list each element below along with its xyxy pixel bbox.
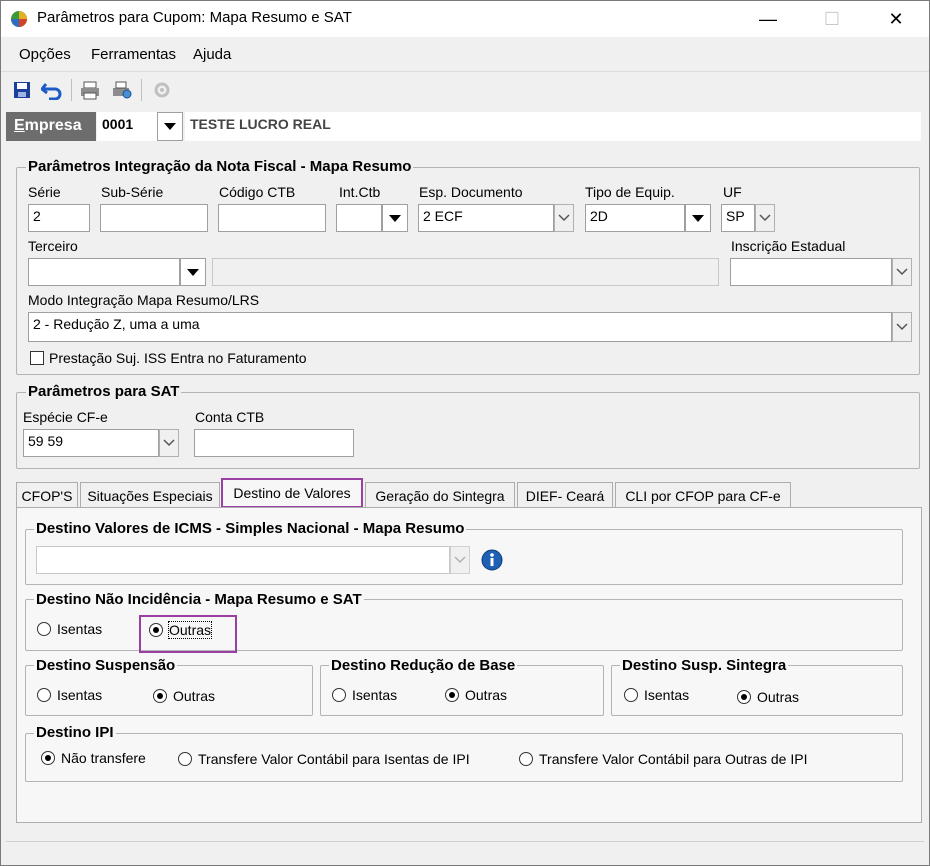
susp-sintegra-title: Destino Susp. Sintegra [620,657,789,674]
suspensao-isentas-radio[interactable]: Isentas [37,687,102,703]
int-ctb-field[interactable] [336,204,382,232]
suspensao-outras-radio[interactable]: Outras [153,688,215,704]
uf-chevron[interactable] [755,204,775,232]
esp-documento-select[interactable]: 2 ECF [418,204,554,232]
codigo-ctb-field[interactable] [218,204,326,232]
nao-incidencia-title: Destino Não Incidência - Mapa Resumo e S… [34,591,364,608]
susp-sintegra-outras-radio[interactable]: Outras [737,689,799,705]
menu-ferramentas[interactable]: Ferramentas [91,46,176,63]
inscricao-estadual-label: Inscrição Estadual [731,238,846,254]
nf-integration-title: Parâmetros Integração da Nota Fiscal - M… [26,158,414,175]
title-bar: Parâmetros para Cupom: Mapa Resumo e SAT… [1,1,929,37]
tab-situacoes-especiais[interactable]: Situações Especiais [80,482,220,508]
modo-integracao-chevron[interactable] [892,312,912,342]
tipo-equip-dropdown-button[interactable] [685,204,711,232]
inscricao-estadual-chevron[interactable] [892,258,912,286]
codigo-ctb-label: Código CTB [219,184,296,200]
menu-opcoes[interactable]: Opções [19,46,71,63]
especie-cfe-chevron[interactable] [159,429,179,457]
modo-integracao-label: Modo Integração Mapa Resumo/LRS [28,292,260,308]
iss-checkbox-label: Prestação Suj. ISS Entra no Faturamento [49,350,307,366]
toolbar-separator [141,79,142,101]
terceiro-dropdown-button[interactable] [180,258,206,286]
reducao-outras-radio[interactable]: Outras [445,687,507,703]
empresa-code-field[interactable]: 0001 [97,112,157,141]
undo-icon[interactable] [41,79,63,101]
info-icon[interactable] [481,549,503,571]
terceiro-name-field [212,258,719,286]
conta-ctb-field[interactable] [194,429,354,457]
chevron-down-icon [187,268,199,276]
tab-geracao-sintegra[interactable]: Geração do Sintegra [365,482,515,508]
uf-select[interactable]: SP [721,204,755,232]
empresa-name-field: TESTE LUCRO REAL [185,112,921,141]
uf-label: UF [723,184,742,200]
main-window: Parâmetros para Cupom: Mapa Resumo e SAT… [0,0,930,866]
conta-ctb-label: Conta CTB [195,409,265,425]
especie-cfe-select[interactable]: 59 59 [23,429,159,457]
tab-cli-cfop[interactable]: CLI por CFOP para CF-e [615,482,791,508]
menu-ajuda[interactable]: Ajuda [193,46,231,63]
int-ctb-dropdown-button[interactable] [382,204,408,232]
serie-label: Série [28,184,61,200]
inscricao-estadual-select[interactable] [730,258,892,286]
iss-checkbox[interactable] [30,351,44,365]
tipo-equip-field[interactable]: 2D [585,204,685,232]
empresa-dropdown-button[interactable] [157,112,183,141]
serie-field[interactable]: 2 [28,204,90,232]
chevron-down-icon [163,439,175,447]
icms-group-title: Destino Valores de ICMS - Simples Nacion… [34,520,467,537]
int-ctb-label: Int.Ctb [339,184,381,200]
chevron-down-icon [759,214,771,222]
toolbar-separator [71,79,72,101]
terceiro-label: Terceiro [28,238,78,254]
esp-documento-chevron[interactable] [554,204,574,232]
icms-chevron[interactable] [450,546,470,574]
save-icon[interactable] [11,79,33,101]
window-title: Parâmetros para Cupom: Mapa Resumo e SAT [37,9,352,26]
nao-incidencia-isentas-radio[interactable]: Isentas [37,621,102,637]
esp-documento-label: Esp. Documento [419,184,523,200]
icms-select[interactable] [36,546,450,574]
tab-cfops[interactable]: CFOP'S [16,482,78,508]
status-bar [6,841,924,863]
subserie-field[interactable] [100,204,208,232]
maximize-button[interactable]: ☐ [809,1,855,37]
modo-integracao-select[interactable]: 2 - Redução Z, uma a uma [28,312,892,342]
chevron-down-icon [692,214,704,222]
chevron-down-icon [164,123,176,130]
reducao-base-title: Destino Redução de Base [329,657,518,674]
ipi-nao-transfere-radio[interactable]: Não transfere [41,750,146,766]
chevron-down-icon [896,323,908,331]
chevron-down-icon [558,214,570,222]
chevron-down-icon [896,268,908,276]
reducao-isentas-radio[interactable]: Isentas [332,687,397,703]
settings-disabled-icon [151,79,173,101]
minimize-button[interactable]: — [745,1,791,37]
empresa-label: Empresa [6,112,96,141]
print-preview-icon[interactable] [111,79,133,101]
close-button[interactable]: ✕ [873,1,919,37]
ipi-isentas-radio[interactable]: Transfere Valor Contábil para Isentas de… [178,751,470,767]
print-icon[interactable] [79,79,101,101]
suspensao-title: Destino Suspensão [34,657,178,674]
ipi-outras-radio[interactable]: Transfere Valor Contábil para Outras de … [519,751,807,767]
tipo-equip-label: Tipo de Equip. [585,184,675,200]
terceiro-field[interactable] [28,258,180,286]
tab-dief-ceara[interactable]: DIEF- Ceará [517,482,613,508]
susp-sintegra-isentas-radio[interactable]: Isentas [624,687,689,703]
tab-destino-valores[interactable]: Destino de Valores [221,478,363,508]
ipi-title: Destino IPI [34,724,116,741]
menu-bar: Opções Ferramentas Ajuda [1,37,929,71]
chevron-down-icon [389,214,401,222]
nao-incidencia-outras-radio[interactable]: Outras [149,621,213,639]
sat-group-title: Parâmetros para SAT [26,383,182,400]
chevron-down-icon [454,556,466,564]
app-logo-icon [10,10,28,28]
especie-cfe-label: Espécie CF-e [23,409,108,425]
subserie-label: Sub-Série [101,184,164,200]
